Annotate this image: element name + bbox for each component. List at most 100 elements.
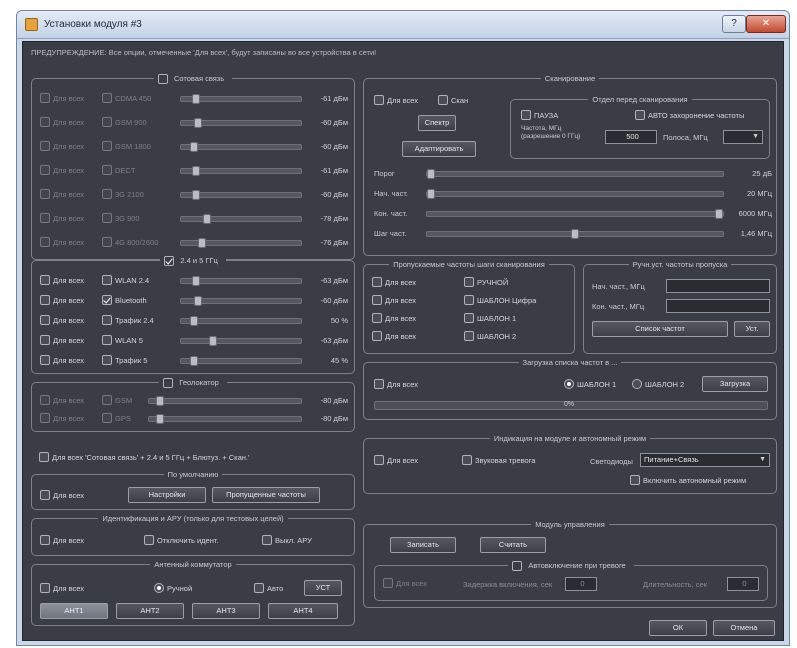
level-slider[interactable] — [180, 276, 302, 286]
cellular-checkbox[interactable] — [157, 74, 168, 85]
tab-ant4[interactable]: АНТ4 — [268, 603, 338, 619]
allowed-forall-box[interactable] — [372, 295, 382, 305]
allowed-template-box[interactable] — [464, 295, 474, 305]
load-forall[interactable]: Для всех — [374, 379, 418, 389]
allowed-forall-box[interactable] — [372, 331, 382, 341]
band-checkbox[interactable]: CDMA 450 — [102, 93, 151, 103]
band-box[interactable] — [102, 165, 112, 175]
forall-checkbox[interactable]: Для всех — [40, 413, 84, 423]
geolocator-checkbox[interactable] — [163, 378, 174, 389]
mute-ident-box[interactable] — [144, 535, 154, 545]
scan-slider[interactable] — [426, 209, 724, 219]
forall-box[interactable] — [40, 93, 50, 103]
band-checkbox[interactable]: Трафик 2.4 — [102, 315, 154, 325]
aru-off-checkbox[interactable]: Выкл. АРУ — [262, 535, 312, 545]
load-forall-box[interactable] — [374, 379, 384, 389]
band-box[interactable] — [102, 93, 112, 103]
forall-box[interactable] — [40, 141, 50, 151]
allowed-template-box[interactable] — [464, 277, 474, 287]
band-checkbox[interactable]: GSM — [102, 395, 132, 405]
level-slider[interactable] — [180, 142, 302, 152]
antenna-manual-radio[interactable]: Ручной — [154, 583, 192, 593]
scan-slider[interactable] — [426, 169, 724, 179]
band-checkbox[interactable]: Bluetooth — [102, 295, 147, 305]
antenna-auto-checkbox[interactable]: Авто — [254, 583, 283, 593]
mute-ident-checkbox[interactable]: Отключить идент. — [144, 535, 219, 545]
level-slider[interactable] — [148, 396, 302, 406]
forall-checkbox[interactable]: Для всех — [40, 295, 84, 305]
forall-checkbox[interactable]: Для всех — [40, 117, 84, 127]
manual-set-button[interactable]: Уст. — [734, 321, 770, 337]
help-button[interactable]: ? — [722, 15, 746, 33]
band-checkbox[interactable]: GSM 1800 — [102, 141, 151, 151]
read-button[interactable]: Считать — [480, 537, 546, 553]
allowed-forall-checkbox[interactable]: Для всех — [372, 313, 416, 323]
allowed-template-box[interactable] — [464, 331, 474, 341]
forall-box[interactable] — [40, 117, 50, 127]
template1-dot[interactable] — [564, 379, 574, 389]
delay-input[interactable]: 0 — [565, 577, 597, 591]
band-box[interactable] — [102, 395, 112, 405]
slider-knob[interactable] — [209, 336, 217, 346]
template2-dot[interactable] — [632, 379, 642, 389]
band-box[interactable] — [102, 141, 112, 151]
forall-box[interactable] — [40, 335, 50, 345]
forall-checkbox[interactable]: Для всех — [40, 237, 84, 247]
forall-all-checkbox[interactable]: Для всех 'Сотовая связь' + 2.4 и 5 ГГц +… — [39, 452, 249, 462]
slider-knob[interactable] — [194, 296, 202, 306]
forall-checkbox[interactable]: Для всех — [40, 355, 84, 365]
tab-ant3[interactable]: АНТ3 — [192, 603, 260, 619]
freq-list-button[interactable]: Список частот — [592, 321, 728, 337]
forall-checkbox[interactable]: Для всех — [40, 335, 84, 345]
level-slider[interactable] — [180, 118, 302, 128]
forall-checkbox[interactable]: Для всех — [40, 213, 84, 223]
close-button[interactable]: ✕ — [746, 15, 786, 33]
manual-end-input[interactable] — [666, 299, 770, 313]
slider-knob[interactable] — [715, 209, 723, 219]
allowed-forall-checkbox[interactable]: Для всех — [372, 277, 416, 287]
settings-button[interactable]: Настройки — [128, 487, 206, 503]
band-box[interactable] — [102, 189, 112, 199]
ok-button[interactable]: ОК — [649, 620, 707, 636]
indic-forall-box[interactable] — [374, 455, 384, 465]
forall-checkbox[interactable]: Для всех — [40, 93, 84, 103]
forall-box[interactable] — [40, 189, 50, 199]
identify-forall-box[interactable] — [40, 535, 50, 545]
slider-knob[interactable] — [190, 316, 198, 326]
slider-knob[interactable] — [156, 396, 164, 406]
forall-checkbox[interactable]: Для всех — [40, 165, 84, 175]
leds-select[interactable]: Питание+Связь ▼ — [640, 453, 770, 467]
allowed-template-checkbox[interactable]: ШАБЛОН 1 — [464, 313, 516, 323]
forall-box[interactable] — [40, 295, 50, 305]
allowed-forall-checkbox[interactable]: Для всех — [372, 295, 416, 305]
alarm-forall-box[interactable] — [383, 578, 393, 588]
autonomous-checkbox[interactable]: Включить автономный режим — [630, 475, 746, 485]
cancel-button[interactable]: Отмена — [713, 620, 775, 636]
level-slider[interactable] — [180, 316, 302, 326]
pause-checkbox[interactable]: ПАУЗА — [521, 110, 558, 120]
level-slider[interactable] — [180, 94, 302, 104]
slider-knob[interactable] — [571, 229, 579, 239]
manual-start-input[interactable] — [666, 279, 770, 293]
sound-alarm-box[interactable] — [462, 455, 472, 465]
forall-checkbox[interactable]: Для всех — [40, 141, 84, 151]
scan-slider[interactable] — [426, 189, 724, 199]
band-checkbox[interactable]: GPS — [102, 413, 131, 423]
freq-input[interactable]: 500 — [605, 130, 657, 144]
band-select[interactable]: ▼ — [723, 130, 763, 144]
forall-box[interactable] — [40, 165, 50, 175]
skipped-freq-button[interactable]: Пропущенные частоты — [212, 487, 320, 503]
forall-box[interactable] — [40, 275, 50, 285]
slider-knob[interactable] — [190, 356, 198, 366]
identify-forall[interactable]: Для всех — [40, 535, 84, 545]
allowed-template-box[interactable] — [464, 313, 474, 323]
band-checkbox[interactable]: WLAN 5 — [102, 335, 143, 345]
load-button[interactable]: Загрузка — [702, 376, 768, 392]
scan-slider[interactable] — [426, 229, 724, 239]
level-slider[interactable] — [148, 414, 302, 424]
aru-off-box[interactable] — [262, 535, 272, 545]
allowed-template-checkbox[interactable]: РУЧНОЙ — [464, 277, 508, 287]
allowed-template-checkbox[interactable]: ШАБЛОН Цифра — [464, 295, 536, 305]
forall-box[interactable] — [40, 237, 50, 247]
indic-forall[interactable]: Для всех — [374, 455, 418, 465]
